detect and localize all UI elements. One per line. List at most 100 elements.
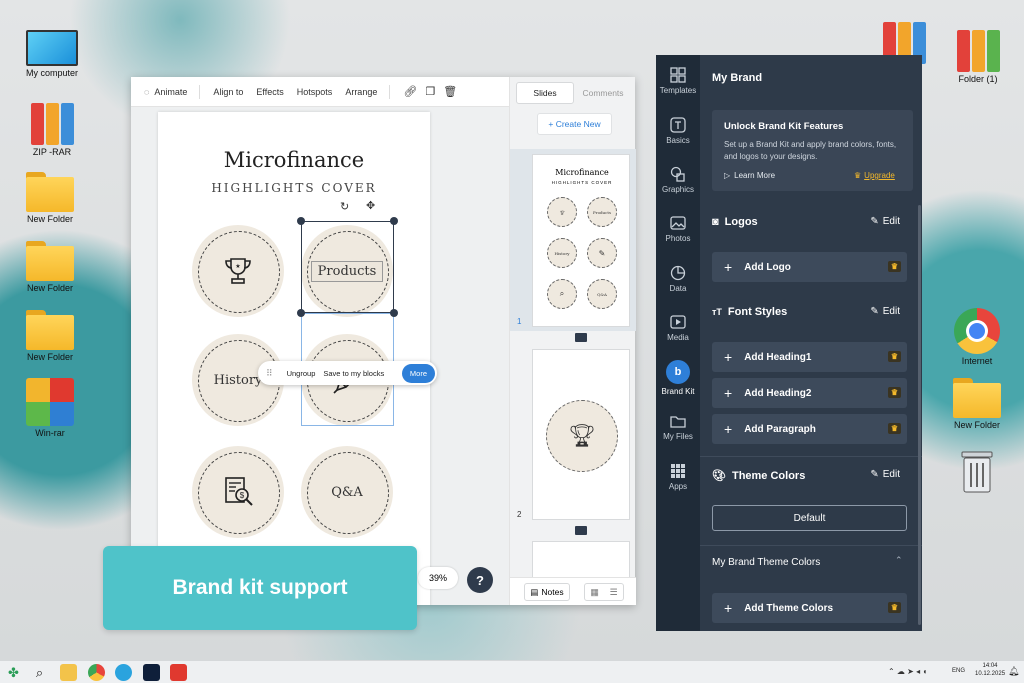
slides-footer: ▤ Notes ▦ ☰: [510, 577, 636, 605]
sidebar-item-basics[interactable]: Basics: [656, 117, 700, 145]
chrome-taskbar-icon[interactable]: [88, 664, 105, 681]
font-styles-section-title: ᴛT Font Styles: [712, 306, 788, 318]
icon-sidebar: Templates Basics Graphics Photos Data Me…: [656, 55, 700, 631]
move-icon[interactable]: ✥: [366, 199, 375, 212]
sidebar-item-brand-kit[interactable]: b Brand Kit: [656, 360, 700, 396]
resize-handle-br[interactable]: [390, 309, 398, 317]
slide-transition-icon[interactable]: [575, 333, 587, 342]
plus-icon: +: [724, 385, 733, 401]
recycle-bin-icon[interactable]: [958, 450, 996, 494]
circle-trophy[interactable]: ★: [192, 225, 284, 317]
help-button[interactable]: ?: [467, 567, 493, 593]
slide-thumb-1[interactable]: Microfinance HIGHLIGHTS COVER 🏆︎ Product…: [532, 154, 630, 327]
sidebar-item-media[interactable]: Media: [656, 314, 700, 342]
hotspots-button[interactable]: Hotspots: [297, 87, 333, 97]
new-folder-2[interactable]: New Folder: [15, 241, 85, 293]
scrollbar[interactable]: [918, 205, 921, 625]
tab-slides[interactable]: Slides: [516, 82, 574, 104]
zip-rar-icon[interactable]: ZIP -RAR: [17, 103, 87, 157]
circle-qa[interactable]: Q&A: [301, 446, 393, 538]
logos-edit-button[interactable]: ✎ Edit: [870, 216, 900, 227]
tray-icons[interactable]: ⌃ ☁ ➤ ◂ ◖: [888, 667, 927, 676]
winrar-icon[interactable]: Win-rar: [15, 378, 85, 438]
crown-icon: ♛: [888, 387, 901, 398]
view-toggle[interactable]: ▦ ☰: [584, 583, 624, 601]
document-search-icon: $: [192, 446, 284, 538]
create-new-button[interactable]: + Create New: [537, 113, 612, 135]
animate-icon[interactable]: ◌: [144, 87, 149, 97]
new-folder-right[interactable]: New Folder: [942, 378, 1012, 430]
slide-number-1: 1: [517, 317, 522, 326]
my-brand-theme-colors-title[interactable]: My Brand Theme Colors: [712, 557, 820, 568]
unlock-title: Unlock Brand Kit Features: [724, 121, 844, 132]
resize-handle-tl[interactable]: [297, 217, 305, 225]
telegram-icon[interactable]: [115, 664, 132, 681]
ungroup-button[interactable]: Ungroup: [287, 369, 316, 378]
rotate-icon[interactable]: ↻: [340, 200, 349, 213]
font-styles-edit-button[interactable]: ✎ Edit: [870, 306, 900, 317]
file-explorer-icon[interactable]: [60, 664, 77, 681]
align-to-button[interactable]: Align to: [213, 87, 243, 97]
taskbar: ✤ ⌕ ⌃ ☁ ➤ ◂ ◖ ENG 14:04 10.12.2025 🔔︎: [0, 660, 1024, 683]
arrange-button[interactable]: Arrange: [345, 87, 377, 97]
divider: [700, 545, 922, 546]
sidebar-item-graphics[interactable]: Graphics: [656, 166, 700, 194]
link-icon[interactable]: 🔗︎: [403, 85, 417, 98]
slide-transition-icon-2[interactable]: [575, 526, 587, 535]
internet-icon[interactable]: Internet: [942, 308, 1012, 366]
design-page[interactable]: Microfinance HIGHLIGHTS COVER ★ Products…: [158, 112, 430, 605]
sidebar-item-templates[interactable]: Templates: [656, 67, 700, 95]
new-folder-1[interactable]: New Folder: [15, 172, 85, 224]
new-folder-3[interactable]: New Folder: [15, 310, 85, 362]
thumb-subtitle: HIGHLIGHTS COVER: [551, 180, 613, 185]
sidebar-item-data[interactable]: Data: [656, 265, 700, 293]
slide-thumb-3[interactable]: [532, 541, 630, 581]
learn-more-link[interactable]: ▷ Learn More: [724, 171, 775, 180]
folder-1-icon[interactable]: Folder (1): [943, 30, 1013, 84]
notes-button[interactable]: ▤ Notes: [524, 583, 570, 601]
brand-panel: My Brand Unlock Brand Kit Features Set u…: [700, 55, 922, 631]
sidebar-item-my-files[interactable]: My Files: [656, 413, 700, 441]
unlock-card: Unlock Brand Kit Features Set up a Brand…: [712, 110, 913, 191]
start-icon[interactable]: ✤: [5, 664, 22, 681]
add-heading1-button[interactable]: + Add Heading1 ♛: [712, 342, 907, 372]
language-indicator[interactable]: ENG: [952, 668, 965, 674]
add-theme-colors-button[interactable]: + Add Theme Colors ♛: [712, 593, 907, 623]
sidebar-item-photos[interactable]: Photos: [656, 215, 700, 243]
more-button[interactable]: More: [401, 363, 435, 383]
page-subtitle[interactable]: HIGHLIGHTS COVER: [158, 181, 430, 195]
zoom-level[interactable]: 39%: [418, 567, 458, 589]
save-to-blocks-button[interactable]: Save to my blocks: [323, 369, 384, 378]
animate-button[interactable]: Animate: [154, 87, 187, 97]
unlock-text: Set up a Brand Kit and apply brand color…: [724, 140, 897, 161]
thumb-title: Microfinance: [555, 168, 609, 177]
theme-colors-edit-button[interactable]: ✎ Edit: [870, 469, 900, 480]
grid-view-icon[interactable]: ▦: [590, 587, 599, 598]
tab-comments[interactable]: Comments: [574, 82, 632, 104]
add-paragraph-button[interactable]: + Add Paragraph ♛: [712, 414, 907, 444]
notification-bell-icon[interactable]: 🔔︎: [1008, 666, 1019, 677]
photoshop-icon[interactable]: [143, 664, 160, 681]
drag-handle-icon[interactable]: ⠿: [266, 368, 273, 379]
default-theme-button[interactable]: Default: [712, 505, 907, 531]
brand-panel-title: My Brand: [712, 72, 763, 84]
resize-handle-tr[interactable]: [390, 217, 398, 225]
upgrade-link[interactable]: ♛ Upgrade: [854, 171, 895, 180]
add-logo-button[interactable]: + Add Logo ♛: [712, 252, 907, 282]
list-view-icon[interactable]: ☰: [610, 587, 618, 598]
slide-thumb-2[interactable]: 🏆︎: [532, 349, 630, 520]
copy-icon[interactable]: ❐: [425, 85, 435, 98]
circle-document-search[interactable]: $: [192, 446, 284, 538]
search-icon[interactable]: ⌕: [31, 664, 48, 681]
app-icon[interactable]: [170, 664, 187, 681]
resize-handle-bl[interactable]: [297, 309, 305, 317]
folder-icon: [953, 378, 1001, 418]
trash-icon[interactable]: 🗑︎: [443, 85, 457, 98]
sidebar-item-apps[interactable]: Apps: [656, 463, 700, 491]
effects-button[interactable]: Effects: [256, 87, 283, 97]
my-computer-icon[interactable]: My computer: [17, 30, 87, 78]
clock[interactable]: 14:04 10.12.2025: [975, 663, 1005, 677]
add-heading2-button[interactable]: + Add Heading2 ♛: [712, 378, 907, 408]
chevron-up-icon[interactable]: ⌃: [895, 555, 903, 566]
page-title[interactable]: Microfinance: [158, 148, 430, 172]
